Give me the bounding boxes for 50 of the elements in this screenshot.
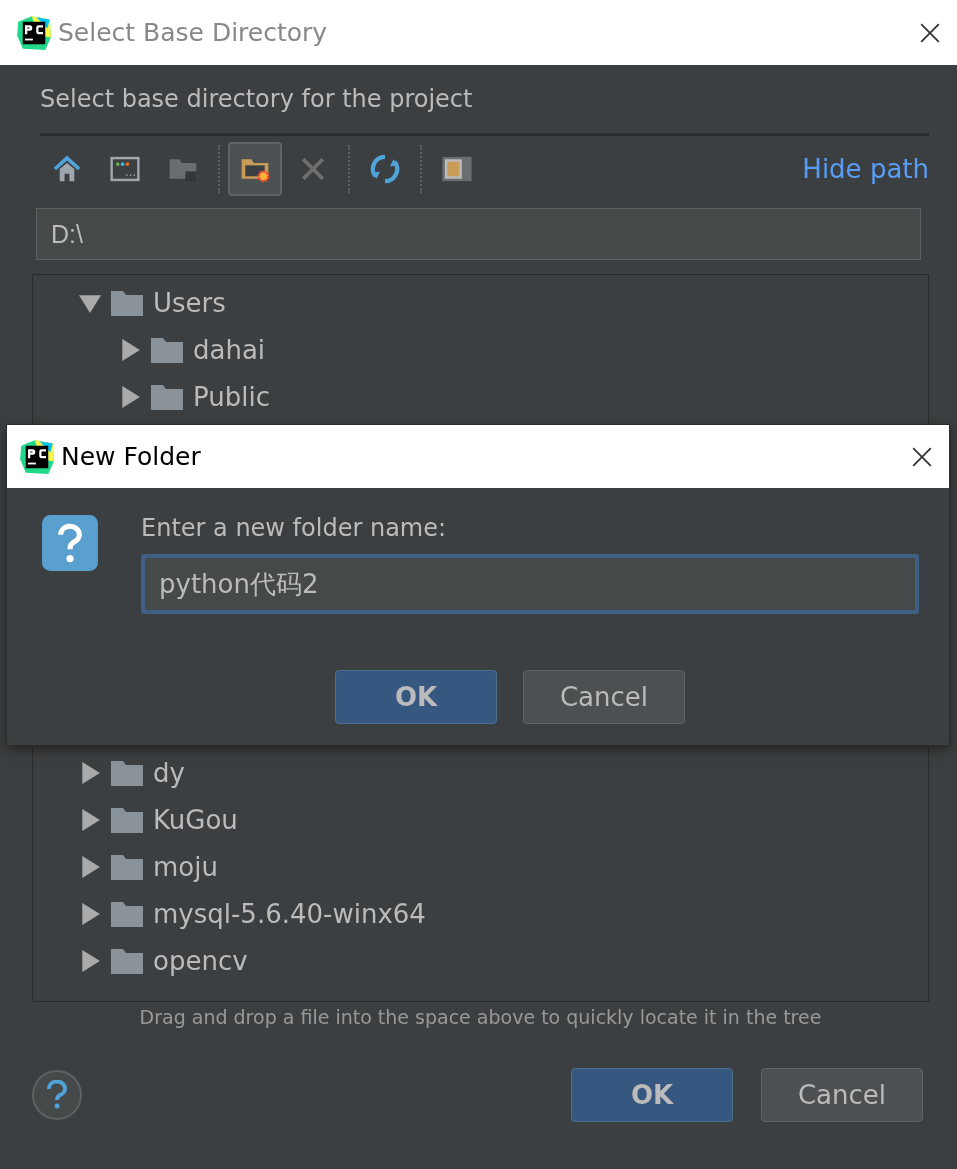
tree-item[interactable]: opencv [153,945,248,976]
tree-item[interactable]: KuGou [153,804,238,835]
cancel-button[interactable]: Cancel [761,1068,923,1122]
new-folder-icon [241,159,270,183]
tree-item[interactable]: Public [193,381,270,412]
tree-item[interactable]: dahai [193,334,266,365]
prompt-text: Enter a new folder name: [141,514,448,542]
close-icon[interactable] [911,445,933,468]
window-icon [110,156,140,182]
collapsed-arrow-icon[interactable] [79,902,101,925]
app-logo-icon [19,438,55,475]
folder-icon [111,947,143,974]
toolbar-button[interactable] [228,142,282,196]
delete-icon [301,157,325,181]
folder-icon [111,806,143,833]
collapsed-arrow-icon[interactable] [79,855,101,878]
close-icon[interactable] [919,21,941,44]
folder-icon [111,900,143,927]
collapsed-arrow-icon[interactable] [119,385,141,408]
collapsed-arrow-icon[interactable] [79,808,101,831]
tree-item[interactable]: Users [153,287,226,318]
folder-icon [111,853,143,880]
hidden-files-icon [442,156,472,182]
description: Select base directory for the project [40,85,474,113]
app-logo-icon [16,14,52,51]
home-icon [53,155,81,182]
refresh-icon [370,154,400,184]
dialog-title: New Folder [61,442,202,471]
folder-name-field[interactable]: python代码2 [141,554,919,614]
folder-icon [111,289,143,316]
folder-icon [151,336,183,363]
tree-item[interactable]: mysql-5.6.40-winx64 [153,898,426,929]
ok-button[interactable]: OK [335,670,497,724]
help-icon [46,1080,68,1110]
question-icon [41,514,99,572]
folder-icon [169,159,197,182]
help-button[interactable] [32,1070,82,1120]
folder-icon [111,759,143,786]
hide-path-link[interactable]: Hide path [802,154,929,184]
folder-icon [151,383,183,410]
collapsed-arrow-icon[interactable] [119,338,141,361]
collapsed-arrow-icon[interactable] [79,949,101,972]
ok-button[interactable]: OK [571,1068,733,1122]
tree-item[interactable]: dy [153,757,185,788]
window-title: Select Base Directory [58,18,329,47]
cancel-button[interactable]: Cancel [523,670,685,724]
path-field[interactable]: D:\ [36,208,921,260]
tree-item[interactable]: moju [153,851,218,882]
hint-text: Drag and drop a file into the space above to quickly locate it in the tree [138,1006,823,1028]
collapsed-arrow-icon[interactable] [79,761,101,784]
